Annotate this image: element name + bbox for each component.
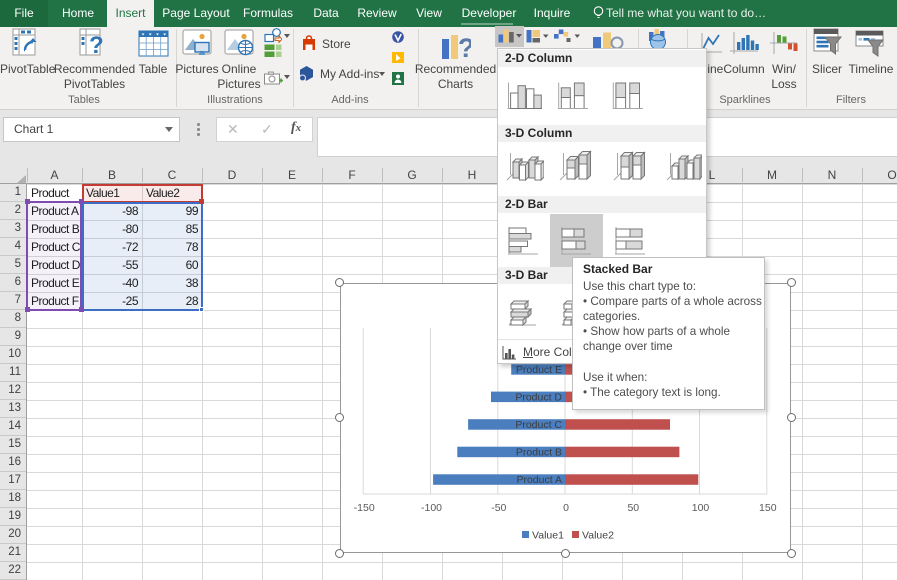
svg-text:Product C: Product C — [515, 419, 562, 431]
svg-text:Product D: Product D — [515, 391, 562, 403]
svg-text:Product B: Product B — [516, 447, 562, 459]
svg-text:-100: -100 — [421, 502, 442, 514]
svg-text:0: 0 — [563, 502, 569, 514]
svg-text:Product E: Product E — [516, 364, 562, 376]
svg-text:Value1: Value1 — [532, 530, 564, 542]
svg-text:Value2: Value2 — [582, 530, 614, 542]
svg-text:100: 100 — [692, 502, 710, 514]
svg-text:150: 150 — [759, 502, 777, 514]
svg-text:-150: -150 — [354, 502, 375, 514]
svg-text:50: 50 — [627, 502, 639, 514]
svg-text:?: ? — [89, 32, 104, 59]
svg-text:-50: -50 — [491, 502, 506, 514]
svg-text:?: ? — [458, 33, 471, 63]
svg-text:Product A: Product A — [516, 474, 562, 486]
